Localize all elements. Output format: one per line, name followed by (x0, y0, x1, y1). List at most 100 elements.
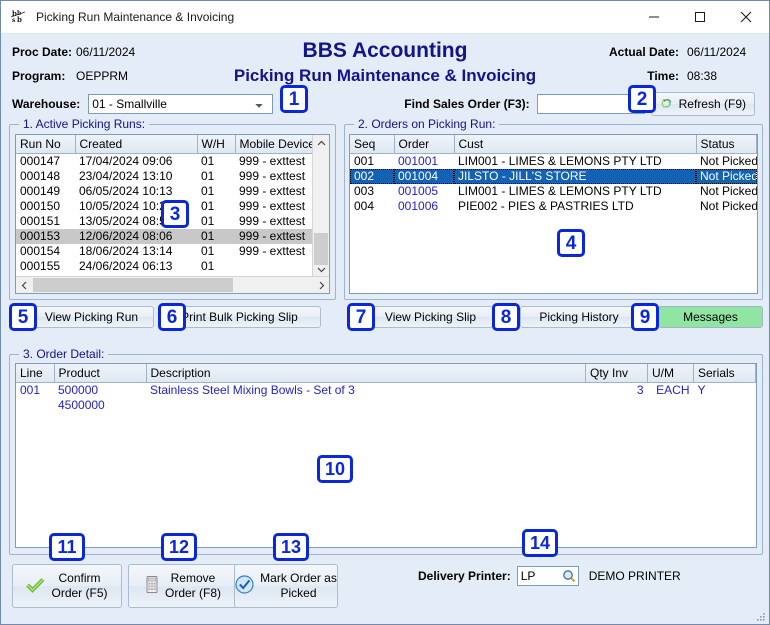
cell-description: Stainless Steel Mixing Bowls - Set of 3 (150, 383, 355, 398)
column-header-run-no[interactable]: Run No (16, 135, 76, 154)
table-row[interactable]: 003 001005 LIM001 - LIMES & LEMONS PTY L… (350, 184, 757, 199)
orders-on-picking-run-grid[interactable]: Seq Order Cust Status 001 001001 LIM001 … (349, 134, 758, 294)
warehouse-row: Warehouse: 01 - Smallville (12, 94, 274, 114)
confirm-order-button[interactable]: Confirm Order (F5) (12, 564, 122, 608)
picking-history-button[interactable]: Picking History (520, 306, 638, 328)
column-header-serials[interactable]: Serials (693, 364, 756, 383)
find-sales-order-row: Find Sales Order (F3): Refresh (F9) (404, 92, 755, 116)
cell-order: 001001 (398, 154, 439, 169)
cell-seq: 004 (354, 199, 375, 213)
table-row[interactable]: 001 001001 LIM001 - LIMES & LEMONS PTY L… (350, 154, 757, 169)
column-header-um[interactable]: U/M (647, 364, 694, 383)
close-icon[interactable] (723, 1, 769, 33)
scrollbar-thumb-h[interactable] (33, 278, 233, 292)
column-header-line[interactable]: Line (16, 364, 55, 383)
resize-grip-icon[interactable] (754, 610, 766, 622)
mark-order-line2: Picked (280, 586, 317, 600)
maximize-icon[interactable] (677, 1, 723, 33)
table-row[interactable]: 000149 06/05/2024 10:13 01 999 - exttest (16, 184, 313, 199)
scroll-up-icon[interactable] (313, 135, 329, 151)
order-detail-legend: 3. Order Detail: (19, 347, 109, 361)
table-row[interactable]: 000148 23/04/2024 13:10 01 999 - exttest (16, 169, 313, 184)
bbs-logo-icon: bbsb (9, 7, 29, 27)
cell-cust: LIM001 - LIMES & LEMONS PTY LTD (458, 154, 662, 169)
table-row[interactable]: 001 500000 Stainless Steel Mixing Bowls … (16, 383, 756, 398)
active-picking-runs-legend: 1. Active Picking Runs: (19, 117, 150, 131)
column-header-wh[interactable]: W/H (197, 135, 236, 154)
warehouse-select[interactable]: 01 - Smallville (88, 94, 274, 114)
cell-um: EACH (656, 383, 690, 398)
refresh-button-label: Refresh (F9) (678, 97, 746, 111)
table-row-selected[interactable]: 002 001004 JILSTO - JILL'S STORE Not Pic… (350, 168, 757, 184)
cell-product: 500000 (58, 383, 99, 398)
table-row[interactable]: 000155 24/06/2024 06:13 01 (16, 259, 313, 274)
column-header-qty-inv[interactable]: Qty Inv (585, 364, 648, 383)
order-detail-body: 001 500000 Stainless Steel Mixing Bowls … (16, 383, 756, 413)
blue-check-circle-icon (235, 575, 254, 597)
magnifier-icon[interactable] (562, 569, 576, 586)
table-row-continuation[interactable]: 4500000 (16, 398, 756, 413)
confirm-order-label: Confirm Order (F5) (51, 571, 107, 601)
column-header-description[interactable]: Description (146, 364, 586, 383)
badge-12: 12 (161, 533, 197, 561)
refresh-button[interactable]: Refresh (F9) (650, 92, 755, 116)
cell-seq: 001 (354, 154, 375, 169)
cell-run-no: 000153 (16, 228, 75, 244)
table-row-selected[interactable]: 000153 12/06/2024 08:06 01 999 - exttest (16, 228, 313, 244)
messages-button[interactable]: Messages (658, 306, 763, 328)
cell-order: 001004 (394, 168, 454, 184)
cell-status: Not Picked (696, 168, 757, 184)
view-picking-run-label: View Picking Run (44, 310, 139, 324)
column-header-mobile-device[interactable]: Mobile Device (235, 135, 313, 154)
column-header-product[interactable]: Product (54, 364, 147, 383)
title-bar: bbsb Picking Run Maintenance & Invoicing (1, 1, 769, 34)
table-row[interactable]: 000154 18/06/2024 13:14 01 999 - exttest (16, 244, 313, 259)
view-picking-slip-button[interactable]: View Picking Slip (368, 306, 493, 328)
order-detail-grid[interactable]: Line Product Description Qty Inv U/M Ser… (15, 363, 757, 548)
actual-date-label: Actual Date: (608, 44, 679, 59)
cell-serials: Y (697, 383, 706, 398)
window-title: Picking Run Maintenance & Invoicing (36, 10, 235, 24)
column-header-order[interactable]: Order (394, 135, 455, 154)
remove-order-button[interactable]: Remove Order (F8) (128, 564, 238, 608)
actual-date-value: 06/11/2024 (687, 44, 747, 59)
svg-text:b: b (17, 15, 22, 24)
time-value: 08:38 (687, 68, 718, 83)
cell-wh: 01 (201, 154, 215, 169)
minimize-icon[interactable] (631, 1, 677, 33)
cell-line: 001 (20, 383, 41, 398)
find-sales-order-label: Find Sales Order (F3): (404, 97, 530, 111)
remove-order-line1: Remove (170, 571, 216, 585)
badge-3: 3 (161, 200, 189, 228)
cell-device: 999 - exttest (239, 169, 306, 183)
column-header-created[interactable]: Created (75, 135, 198, 154)
table-header-row: Seq Order Cust Status (350, 135, 757, 154)
column-header-status[interactable]: Status (696, 135, 757, 154)
cell-cust: JILSTO - JILL'S STORE (454, 168, 696, 184)
horizontal-scrollbar[interactable] (16, 276, 329, 293)
vertical-scrollbar[interactable] (312, 135, 329, 277)
recycle-refresh-icon (660, 96, 674, 113)
cell-created: 12/06/2024 08:06 (75, 228, 197, 244)
confirm-order-line2: Order (F5) (51, 586, 108, 600)
column-header-cust[interactable]: Cust (454, 135, 697, 154)
mark-order-line1: Mark Order as (260, 571, 337, 585)
mark-order-as-picked-button[interactable]: Mark Order as Picked (234, 564, 338, 608)
badge-4: 4 (557, 229, 585, 257)
delivery-printer-field (516, 566, 579, 586)
scroll-left-icon[interactable] (16, 277, 32, 293)
table-row[interactable]: 004 001006 PIE002 - PIES & PASTRIES LTD … (350, 199, 757, 214)
cell-created: 24/06/2024 06:13 (79, 259, 173, 273)
cell-wh: 01 (201, 259, 215, 273)
badge-7: 7 (347, 303, 375, 331)
view-picking-run-button[interactable]: View Picking Run (29, 306, 154, 328)
cell-status: Not Picked (700, 199, 757, 213)
table-row[interactable]: 000147 17/04/2024 09:06 01 999 - exttest (16, 154, 313, 169)
order-detail-table: Line Product Description Qty Inv U/M Ser… (16, 364, 756, 413)
cell-product-secondary: 4500000 (58, 398, 105, 412)
scroll-down-icon[interactable] (313, 261, 329, 277)
mark-order-as-picked-label: Mark Order as Picked (260, 571, 337, 601)
scroll-right-icon[interactable] (313, 277, 329, 293)
column-header-seq[interactable]: Seq (350, 135, 395, 154)
cell-qty-inv: 3 (636, 383, 644, 398)
